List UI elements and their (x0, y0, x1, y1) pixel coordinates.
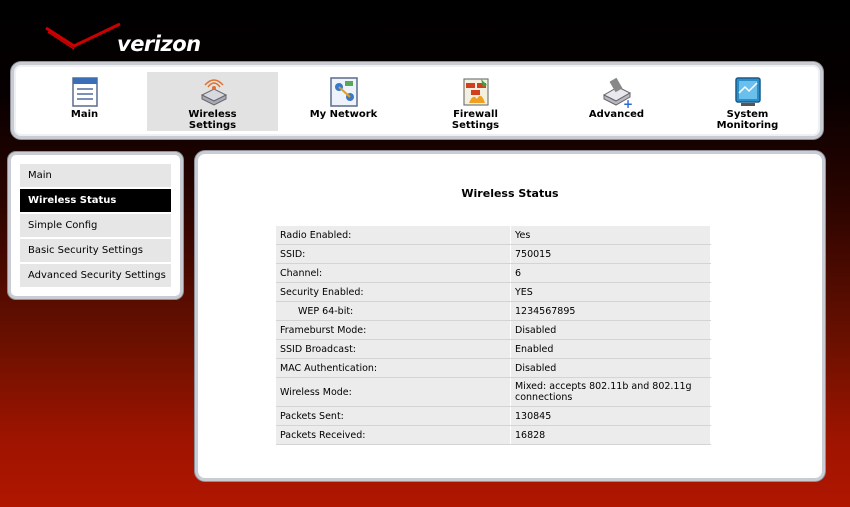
row-key: Packets Received: (276, 425, 511, 445)
page-title: Wireless Status (461, 187, 559, 200)
nav-firewall-settings[interactable]: Firewall Settings (410, 72, 541, 131)
nav-main[interactable]: Main (19, 72, 150, 131)
row-value: Yes (510, 226, 711, 245)
table-row: MAC Authentication: Disabled (276, 358, 711, 378)
logo-checkmark-icon (45, 22, 121, 50)
monitor-icon (734, 77, 761, 106)
table-row: Channel: 6 (276, 263, 711, 283)
nav-wireless-settings[interactable]: Wireless Settings (147, 72, 278, 131)
nav-label: My Network (309, 109, 378, 120)
sidebar-item-advanced-security[interactable]: Advanced Security Settings (20, 264, 171, 287)
table-row: Wireless Mode: Mixed: accepts 802.11b an… (276, 377, 711, 407)
nav-system-monitoring[interactable]: System Monitoring (682, 72, 813, 131)
table-row: Packets Received: 16828 (276, 425, 711, 445)
row-key: Packets Sent: (276, 406, 511, 426)
firewall-icon (462, 78, 489, 106)
nav-label: Advanced (588, 109, 645, 120)
table-row: WEP 64-bit: 1234567895 (276, 301, 711, 321)
row-key: Channel: (276, 263, 511, 283)
row-key: SSID Broadcast: (276, 339, 511, 359)
table-row: Radio Enabled: Yes (276, 226, 711, 245)
top-navigation: Main Wireless Settings My Network Firewa… (11, 62, 823, 139)
sidebar-item-basic-security[interactable]: Basic Security Settings (20, 239, 171, 262)
svg-text:+: + (623, 97, 633, 109)
wireless-router-icon (200, 79, 227, 106)
network-map-icon (329, 77, 358, 107)
nav-label: System Monitoring (716, 109, 779, 131)
sidebar-item-main[interactable]: Main (20, 164, 171, 187)
brand-name: verizon (117, 32, 201, 56)
wireless-status-table: Radio Enabled: Yes SSID: 750015 Channel:… (276, 226, 711, 445)
row-key: Radio Enabled: (276, 226, 511, 245)
sidebar-item-simple-config[interactable]: Simple Config (20, 214, 171, 237)
table-row: Frameburst Mode: Disabled (276, 320, 711, 340)
document-list-icon (71, 77, 98, 107)
row-value: YES (510, 282, 711, 302)
sidebar-item-wireless-status[interactable]: Wireless Status (20, 189, 171, 212)
row-value: 130845 (510, 406, 711, 426)
nav-my-network[interactable]: My Network (278, 72, 409, 131)
row-value: 1234567895 (510, 301, 711, 321)
sidebar: Main Wireless Status Simple Config Basic… (8, 152, 183, 299)
table-row: SSID: 750015 (276, 244, 711, 264)
row-value: Disabled (510, 358, 711, 378)
table-row: Security Enabled: YES (276, 282, 711, 302)
advanced-tools-icon: + (602, 77, 633, 109)
row-key: Security Enabled: (276, 282, 511, 302)
table-row: Packets Sent: 130845 (276, 406, 711, 426)
nav-label: Firewall Settings (451, 109, 500, 131)
row-value: Enabled (510, 339, 711, 359)
main-content: Wireless Status Radio Enabled: Yes SSID:… (195, 151, 825, 481)
verizon-logo: verizon (44, 22, 204, 62)
nav-label: Main (70, 109, 99, 120)
row-key: WEP 64-bit: (276, 301, 511, 321)
table-row: SSID Broadcast: Enabled (276, 339, 711, 359)
row-key: MAC Authentication: (276, 358, 511, 378)
row-value: 750015 (510, 244, 711, 264)
row-key: Wireless Mode: (276, 377, 511, 407)
row-key: Frameburst Mode: (276, 320, 511, 340)
nav-advanced[interactable]: + Advanced (551, 72, 682, 131)
nav-label: Wireless Settings (188, 109, 237, 131)
row-key: SSID: (276, 244, 511, 264)
row-value: 6 (510, 263, 711, 283)
row-value: Disabled (510, 320, 711, 340)
row-value: 16828 (510, 425, 711, 445)
row-value: Mixed: accepts 802.11b and 802.11g conne… (510, 377, 711, 407)
